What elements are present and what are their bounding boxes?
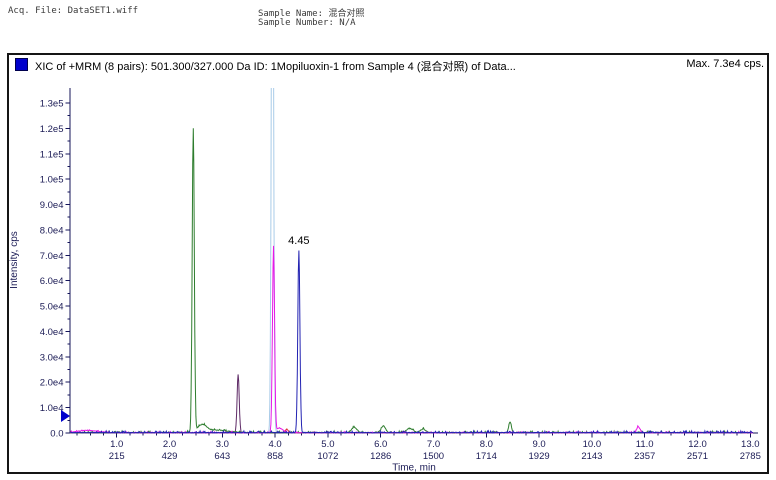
pane-title: XIC of +MRM (8 pairs): 501.300/327.000 D…	[35, 58, 516, 74]
y-tick-label: 5.0e4	[40, 302, 64, 313]
x-tick-minutes-label: 12.0	[688, 439, 707, 450]
y-tick-label: 1.1e5	[40, 149, 64, 160]
axes	[70, 88, 758, 433]
pane-title-bar: XIC of +MRM (8 pairs): 501.300/327.000 D…	[9, 55, 767, 73]
x-tick-scan-label: 2357	[634, 451, 655, 462]
y-axis-ticks: 0.0 1.0e4 2.0e4 3.0e4 4.0e4 5.0e4 6.0e4 7.0e4 8.…	[40, 99, 70, 440]
trace-green-xic	[70, 128, 753, 433]
traces	[70, 55, 753, 433]
x-tick-minutes-label: 5.0	[321, 439, 334, 450]
y-tick-label: 4.0e4	[40, 327, 64, 338]
y-tick-label: 1.2e5	[40, 124, 64, 135]
y-tick-label: 8.0e4	[40, 225, 64, 236]
chromatogram-plot[interactable]: 0.0 1.0e4 2.0e4 3.0e4 4.0e4 5.0e4 6.0e4 7.0e4 8.…	[9, 55, 767, 472]
y-tick-label: 1.3e5	[40, 99, 64, 110]
y-tick-label: 9.0e4	[40, 200, 64, 211]
x-tick-scan-label: 1286	[370, 451, 391, 462]
x-tick-minutes-label: 11.0	[636, 439, 654, 450]
x-tick-minutes-label: 7.0	[427, 439, 440, 450]
page: { "header": { "acq_file": "Acq. File: Da…	[0, 0, 776, 480]
acq-file-label: Acq. File: DataSET1.wiff	[8, 6, 138, 16]
y-tick-label: 6.0e4	[40, 276, 64, 287]
y-tick-label: 7.0e4	[40, 251, 64, 262]
x-tick-scan-label: 1500	[423, 451, 444, 462]
trace-magenta-xic	[70, 246, 753, 433]
x-tick-minutes-label: 9.0	[532, 439, 545, 450]
max-intensity-label: Max. 7.3e4 cps.	[686, 58, 764, 70]
y-tick-label: 1.0e5	[40, 175, 64, 186]
chromatogram-panel: XIC of +MRM (8 pairs): 501.300/327.000 D…	[7, 53, 769, 474]
x-tick-scan-label: 643	[214, 451, 230, 462]
x-tick-scan-label: 1072	[317, 451, 338, 462]
sample-number-label: Sample Number: N/A	[258, 18, 356, 28]
x-tick-scan-label: 429	[162, 451, 178, 462]
x-tick-scan-label: 2571	[687, 451, 708, 462]
trace-lightblue-xic	[70, 55, 753, 433]
y-tick-label: 1.0e4	[40, 403, 64, 414]
x-tick-scan-label: 215	[109, 451, 125, 462]
peak-rt-annotation: 4.45	[288, 235, 309, 247]
x-tick-scan-label: 1714	[476, 451, 497, 462]
y-tick-label: 2.0e4	[40, 378, 64, 389]
y-axis-title: Intensity, cps	[9, 231, 20, 289]
x-tick-scan-label: 1929	[529, 451, 550, 462]
x-tick-minutes-label: 8.0	[480, 439, 493, 450]
x-axis-ticks: 1.0215 2.0429 3.0643 4.0858 5.01072 6.01286 7.…	[77, 433, 761, 462]
x-tick-minutes-label: 4.0	[268, 439, 281, 450]
active-trace-legend-icon[interactable]	[15, 58, 28, 71]
x-tick-minutes-label: 1.0	[110, 439, 123, 450]
x-tick-minutes-label: 10.0	[583, 439, 602, 450]
y-tick-label: 0.0	[50, 429, 63, 440]
x-tick-scan-label: 2143	[581, 451, 602, 462]
x-tick-minutes-label: 2.0	[163, 439, 176, 450]
trace-purple-xic	[70, 374, 753, 433]
x-tick-scan-label: 2785	[740, 451, 761, 462]
x-tick-minutes-label: 13.0	[741, 439, 760, 450]
trace-navy-xic	[70, 251, 753, 434]
x-tick-minutes-label: 6.0	[374, 439, 387, 450]
x-axis-title: Time, min	[392, 463, 436, 473]
x-tick-scan-label: 858	[267, 451, 283, 462]
x-tick-minutes-label: 3.0	[216, 439, 229, 450]
y-tick-label: 3.0e4	[40, 352, 64, 363]
